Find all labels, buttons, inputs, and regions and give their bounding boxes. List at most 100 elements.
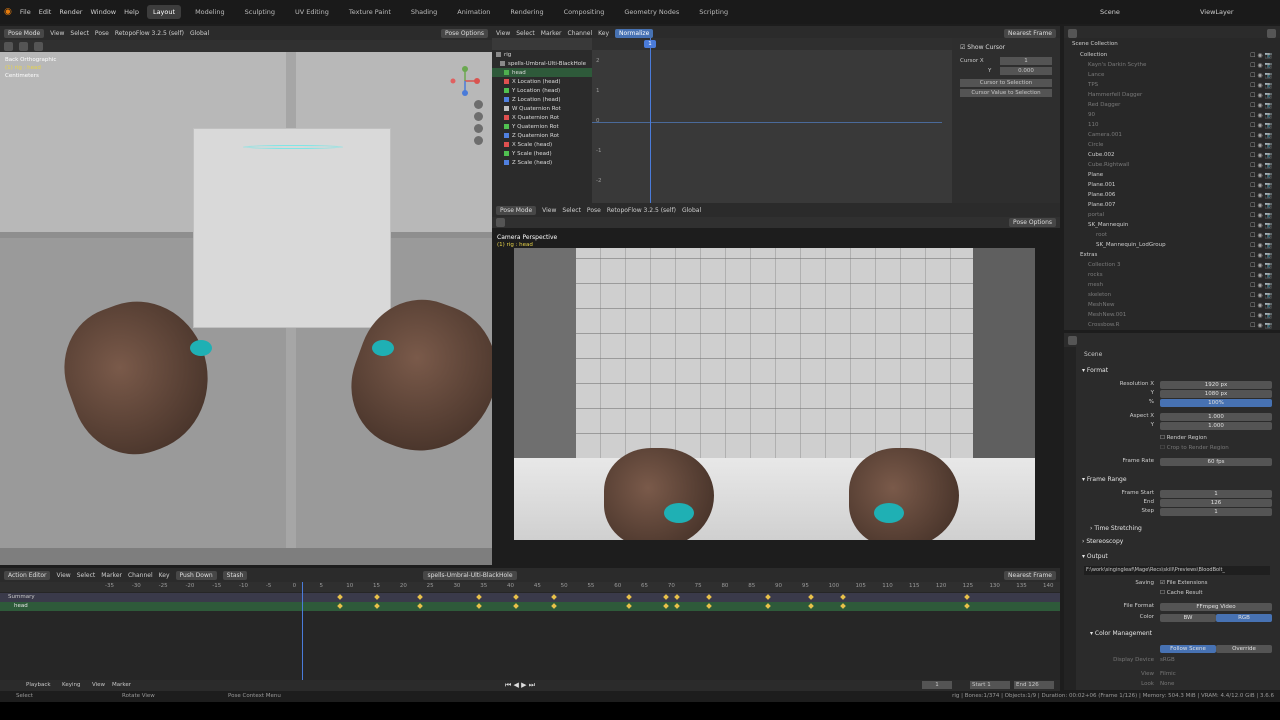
outliner-item[interactable]: SK_Mannequin ☐ ◉ 📷 [1064,220,1280,230]
camera-select-icon[interactable] [496,218,505,227]
frame-rate-select[interactable]: 60 fps [1160,458,1272,466]
render-region-checkbox[interactable]: ☐ Render Region [1160,435,1207,441]
section-frame-range[interactable]: ▾ Frame Range [1082,476,1127,483]
outliner-item[interactable]: MeshNew.001 ☐ ◉ 📷 [1064,310,1280,320]
stash-button[interactable]: Stash [222,570,248,580]
override-button[interactable]: Override [1216,645,1272,653]
cursor-value-to-selection-button[interactable]: Cursor Value to Selection [960,89,1052,97]
workspace-tab-rendering[interactable]: Rendering [504,5,549,19]
workspace-tab-layout[interactable]: Layout [146,5,182,19]
visibility-icons[interactable]: ☐ ◉ 📷 [1250,102,1272,109]
visibility-icons[interactable]: ☐ ◉ 📷 [1250,232,1272,239]
camera-menu-select[interactable]: Select [562,207,581,214]
visibility-icons[interactable]: ☐ ◉ 📷 [1250,62,1272,69]
outliner-item[interactable]: Plane.006 ☐ ◉ 📷 [1064,190,1280,200]
playback-controls[interactable]: ⏮ ◀ ▶ ⏭ [505,681,535,690]
output-path-field[interactable]: F:\work\singingleaf\Mage\Recs\skill\Prev… [1084,566,1270,575]
graph-menu-select[interactable]: Select [516,30,535,37]
cursor-x-field[interactable]: 1 [1000,57,1052,65]
section-output[interactable]: ▾ Output [1082,553,1108,560]
outliner-item[interactable]: 90 ☐ ◉ 📷 [1064,110,1280,120]
visibility-icons[interactable]: ☐ ◉ 📷 [1250,52,1272,59]
pan-icon[interactable] [474,112,483,121]
camera-pose-options-button[interactable]: Pose Options [1009,218,1056,227]
graph-menu-channel[interactable]: Channel [568,30,593,37]
outliner-item[interactable]: portal ☐ ◉ 📷 [1064,210,1280,220]
aspect-x-field[interactable]: 1.000 [1160,413,1272,421]
workspace-tab-sculpting[interactable]: Sculpting [239,5,281,19]
outliner-item[interactable]: Hammerfell Dagger ☐ ◉ 📷 [1064,90,1280,100]
properties-tabs[interactable] [1064,347,1076,690]
camera-menu-view[interactable]: View [542,207,556,214]
file-extensions-checkbox[interactable]: ☑ File Extensions [1160,580,1208,586]
crop-checkbox[interactable]: ☐ Crop to Render Region [1160,445,1229,451]
section-stereoscopy[interactable]: › Stereoscopy [1082,538,1123,545]
resolution-percent-field[interactable]: 100% [1160,399,1272,407]
graph-channel[interactable]: Y Location (head) [492,86,592,95]
graph-menu-marker[interactable]: Marker [541,30,562,37]
workspace-tab-texture-paint[interactable]: Texture Paint [343,5,397,19]
zoom-icon[interactable] [474,100,483,109]
graph-menu-key[interactable]: Key [598,30,609,37]
follow-scene-button[interactable]: Follow Scene [1160,645,1216,653]
section-format[interactable]: ▾ Format [1082,367,1108,374]
outliner-item[interactable]: mesh ☐ ◉ 📷 [1064,280,1280,290]
outliner-item[interactable]: Plane.001 ☐ ◉ 📷 [1064,180,1280,190]
graph-menu-view[interactable]: View [496,30,510,37]
outliner-item[interactable]: root ☐ ◉ 📷 [1064,230,1280,240]
viewport-3d-left[interactable]: Back Orthographic (1) rig : head Centime… [0,52,492,565]
cursor-to-selection-button[interactable]: Cursor to Selection [960,79,1052,87]
visibility-icons[interactable]: ☐ ◉ 📷 [1250,292,1272,299]
frame-step-field[interactable]: 1 [1160,508,1272,516]
workspace-tab-shading[interactable]: Shading [405,5,443,19]
outliner-item[interactable]: Collection 3 ☐ ◉ 📷 [1064,260,1280,270]
grid-icon[interactable] [474,136,483,145]
outliner-item[interactable]: rocks ☐ ◉ 📷 [1064,270,1280,280]
cursor-y-field[interactable]: 0.000 [1000,67,1052,75]
visibility-icons[interactable]: ☐ ◉ 📷 [1250,132,1272,139]
navigation-gizmo[interactable] [450,66,480,96]
keying-menu[interactable]: Keying [62,682,80,688]
resolution-y-field[interactable]: 1080 px [1160,390,1272,398]
outliner[interactable]: Scene Collection Collection ☐ ◉ 📷 Kayn's D… [1064,38,1280,330]
workspace-tab-scripting[interactable]: Scripting [693,5,734,19]
graph-channel[interactable]: spells-Umbral-Ulti-BlackHole [492,59,592,68]
file-format-select[interactable]: FFmpeg Video [1160,603,1272,611]
color-rgb-button[interactable]: RGB [1216,614,1272,622]
workspace-tab-animation[interactable]: Animation [451,5,496,19]
menu-view[interactable]: View [50,30,64,37]
graph-channel[interactable]: X Location (head) [492,77,592,86]
camera-menu-pose[interactable]: Pose [587,207,601,214]
graph-channel[interactable]: Z Location (head) [492,95,592,104]
outliner-item[interactable]: Camera.001 ☐ ◉ 📷 [1064,130,1280,140]
graph-channel[interactable]: W Quaternion Rot [492,104,592,113]
mode-selector[interactable]: Pose Mode [4,28,45,38]
push-down-button[interactable]: Push Down [175,570,217,580]
visibility-icons[interactable]: ☐ ◉ 📷 [1250,202,1272,209]
section-color-management[interactable]: ▾ Color Management [1090,630,1152,637]
action-menu-view[interactable]: View [56,572,70,579]
workspace-tab-compositing[interactable]: Compositing [558,5,611,19]
outliner-item[interactable]: MeshNew ☐ ◉ 📷 [1064,300,1280,310]
action-menu-marker[interactable]: Marker [101,572,122,579]
graph-channel[interactable]: head [492,68,592,77]
outliner-type-icon[interactable] [1068,28,1077,38]
camera-transform-orientation[interactable]: Global [682,207,701,214]
outliner-filter-icon[interactable] [1267,28,1276,38]
normalize-toggle[interactable]: Normalize [615,28,654,38]
visibility-icons[interactable]: ☐ ◉ 📷 [1250,192,1272,199]
menu-select[interactable]: Select [70,30,89,37]
graph-channel[interactable]: X Quaternion Rot [492,113,592,122]
graph-channel[interactable]: Z Quaternion Rot [492,131,592,140]
outliner-item[interactable]: Cube.002 ☐ ◉ 📷 [1064,150,1280,160]
workspace-tab-modeling[interactable]: Modeling [189,5,231,19]
head-row[interactable] [0,602,1060,611]
action-playhead[interactable] [302,582,303,680]
action-snap-mode[interactable]: Nearest Frame [1004,570,1056,580]
graph-channel[interactable]: Y Scale (head) [492,149,592,158]
visibility-icons[interactable]: ☐ ◉ 📷 [1250,172,1272,179]
action-editor-mode[interactable]: Action Editor [4,570,51,580]
visibility-icons[interactable]: ☐ ◉ 📷 [1250,122,1272,129]
graph-channel[interactable]: X Scale (head) [492,140,592,149]
menu-pose[interactable]: Pose [95,30,109,37]
